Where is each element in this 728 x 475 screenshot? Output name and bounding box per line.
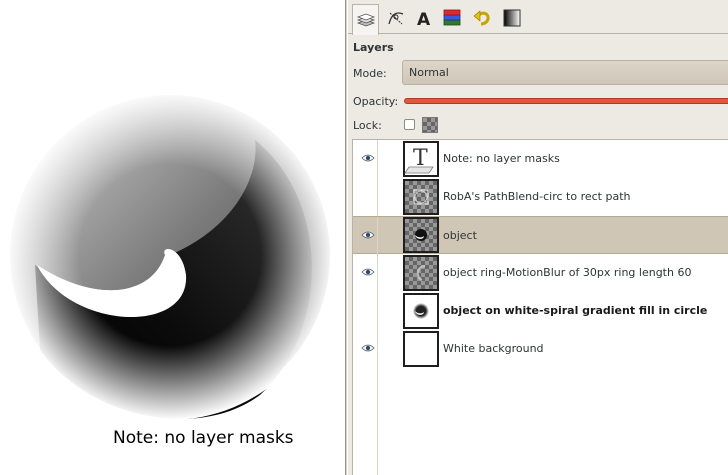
layer-name: White background <box>443 342 544 355</box>
svg-text:A: A <box>417 10 431 27</box>
tab-layers[interactable] <box>352 4 379 35</box>
layer-thumbnail <box>403 179 439 215</box>
layer-row-selected[interactable]: object <box>353 216 728 255</box>
layer-row[interactable]: T Note: no layer masks <box>353 140 728 178</box>
dock-tab-bar: A <box>348 0 728 35</box>
mode-select[interactable]: Normal <box>402 60 728 85</box>
spiral-gradient-image <box>5 90 335 420</box>
layer-thumbnail <box>403 331 439 367</box>
text-layer-icon: T <box>405 146 434 174</box>
layer-name: object on white-spiral gradient fill in … <box>443 304 708 317</box>
layer-name: RobA's PathBlend-circ to rect path <box>443 190 631 203</box>
layer-thumbnail: T <box>403 141 439 177</box>
opacity-slider[interactable] <box>404 98 728 104</box>
eye-visibility-icon[interactable] <box>361 343 375 353</box>
tab-channels[interactable] <box>438 4 465 31</box>
layer-list: T Note: no layer masks RobA's PathBlend-… <box>352 139 728 475</box>
layer-row[interactable]: object ring-MotionBlur of 30px ring leng… <box>353 254 728 292</box>
eye-visibility-icon[interactable] <box>361 230 375 240</box>
tab-paths[interactable] <box>382 4 409 31</box>
layer-name: object <box>443 229 477 242</box>
svg-text:T: T <box>413 146 428 171</box>
eye-visibility-icon[interactable] <box>361 153 375 163</box>
lock-alpha-icon[interactable] <box>422 117 438 133</box>
eye-visibility-icon[interactable] <box>361 267 375 277</box>
channels-icon <box>443 9 460 25</box>
layer-name: Note: no layer masks <box>443 152 560 165</box>
gradients-icon <box>503 9 520 26</box>
paths-icon <box>387 11 403 24</box>
layer-thumbnail <box>403 255 439 291</box>
layers-dock: A Layers Mode: Normal Opacity: Lock: T N… <box>348 0 728 475</box>
text-tool-icon: A <box>417 10 431 27</box>
undo-history-icon <box>473 9 490 25</box>
image-canvas[interactable]: Note: no layer masks <box>0 0 345 475</box>
layer-thumbnail <box>403 293 439 329</box>
mode-label: Mode: <box>353 67 387 80</box>
layer-row[interactable]: RobA's PathBlend-circ to rect path <box>353 178 728 216</box>
layer-row[interactable]: White background <box>353 330 728 368</box>
mode-value: Normal <box>409 66 449 79</box>
tab-gradients[interactable] <box>498 4 525 31</box>
lock-pixels-checkbox[interactable] <box>404 119 415 130</box>
dock-title: Layers <box>353 41 394 54</box>
lock-label: Lock: <box>353 119 382 132</box>
layer-name: object ring-MotionBlur of 30px ring leng… <box>443 266 692 279</box>
opacity-label: Opacity: <box>353 95 399 108</box>
canvas-caption-text: Note: no layer masks <box>113 428 294 448</box>
layer-row[interactable]: object on white-spiral gradient fill in … <box>353 292 728 330</box>
layer-thumbnail <box>403 217 439 253</box>
tab-text[interactable]: A <box>410 4 437 31</box>
tab-undo-history[interactable] <box>468 4 495 31</box>
layers-icon <box>356 13 375 27</box>
